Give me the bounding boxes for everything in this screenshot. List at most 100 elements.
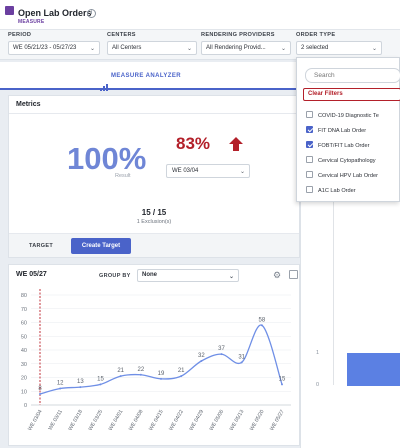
metrics-card: Metrics 100% Result 83% WE 03/04 ⌄ 15 / …: [8, 95, 300, 258]
secondary-tick-0: 0: [316, 382, 320, 388]
providers-value: All Rendering Provid...: [206, 45, 266, 51]
checkbox-icon[interactable]: [306, 111, 313, 118]
centers-label: CENTERS: [107, 32, 136, 38]
chevron-down-icon: ⌄: [228, 274, 234, 280]
y-tick-label: 40: [21, 348, 27, 354]
providers-select[interactable]: All Rendering Provid... ⌄: [201, 41, 291, 55]
trend-chart-card: WE 05/27 GROUP BY None ⌄ ⚙ 0 10 20 30 40 50 60…: [8, 264, 300, 446]
x-tick-label: WE 04/29: [188, 409, 205, 432]
order-type-option-label: Cervical Cytopathology: [318, 157, 376, 164]
checkbox-checked-icon[interactable]: [306, 141, 313, 148]
data-label: 31: [238, 354, 245, 360]
comparison-week-select[interactable]: WE 03/04 ⌄: [166, 164, 250, 178]
data-point: [79, 386, 82, 389]
x-tick-label: WE 04/15: [148, 409, 165, 432]
result-caption: Result: [115, 173, 131, 179]
checkbox-checked-icon[interactable]: [306, 126, 313, 133]
x-tick-label: WE 03/11: [47, 409, 63, 431]
data-point: [281, 383, 283, 386]
x-tick-label: WE 03/18: [67, 409, 84, 432]
data-point: [240, 361, 243, 364]
exclusions-count[interactable]: 1 Exclusion(s): [9, 219, 299, 225]
order-type-filter: ORDER TYPE 2 selected ⌄: [296, 32, 382, 55]
data-label: 58: [258, 317, 265, 323]
chevron-down-icon: ⌄: [371, 46, 377, 52]
order-type-option[interactable]: COVID-19 Diagnostic Te: [306, 111, 379, 122]
arrow-up-icon: [229, 137, 243, 151]
order-type-select[interactable]: 2 selected ⌄: [296, 41, 382, 55]
comparison-week-value: WE 03/04: [172, 168, 199, 174]
providers-label: RENDERING PROVIDERS: [201, 32, 275, 38]
chevron-down-icon: ⌄: [280, 46, 286, 52]
divider: [9, 113, 299, 114]
order-type-option-label: A1C Lab Order: [318, 187, 356, 194]
chevron-down-icon: ⌄: [89, 46, 95, 52]
y-tick-label: 0: [24, 403, 27, 409]
app-logo-icon: [5, 6, 14, 15]
order-type-option[interactable]: FOBT/FIT Lab Order: [306, 141, 370, 152]
x-tick-label: WE 03/04: [27, 409, 44, 432]
x-tick-label: WE 04/22: [168, 409, 185, 432]
order-type-dropdown: Clear Filters COVID-19 Diagnostic Te FIT …: [296, 57, 400, 202]
order-type-option[interactable]: A1C Lab Order: [306, 186, 356, 197]
data-label: 21: [178, 368, 185, 374]
order-type-option-label: FOBT/FIT Lab Order: [318, 142, 370, 149]
x-tick-label: WE 05/13: [229, 409, 246, 432]
order-type-label: ORDER TYPE: [296, 32, 336, 38]
secondary-tick-1: 1: [316, 350, 320, 356]
x-tick-label: WE 04/08: [128, 409, 145, 432]
data-point: [119, 375, 122, 378]
chevron-down-icon: ⌄: [186, 46, 192, 52]
order-type-option[interactable]: FIT DNA Lab Order: [306, 126, 367, 137]
create-target-button[interactable]: Create Target: [71, 238, 131, 254]
result-value: 100%: [67, 141, 147, 176]
order-type-option[interactable]: Cervical HPV Lab Order: [306, 171, 378, 182]
page-title: Open Lab Orders: [18, 8, 92, 18]
period-select[interactable]: WE 05/21/23 - 05/27/23 ⌄: [8, 41, 100, 55]
target-row: TARGET Create Target: [9, 233, 299, 257]
clear-filters-button[interactable]: Clear Filters: [303, 88, 400, 101]
order-type-option-label: Cervical HPV Lab Order: [318, 172, 378, 179]
y-tick-label: 70: [21, 307, 27, 313]
page-subtitle: MEASURE: [18, 19, 45, 25]
x-tick-label: WE 03/25: [88, 409, 105, 432]
data-label: 21: [117, 368, 124, 374]
data-label: 13: [77, 379, 84, 385]
numerator-denominator: 15 / 15: [141, 208, 167, 217]
checkbox-icon[interactable]: [306, 186, 313, 193]
centers-select[interactable]: All Centers ⌄: [107, 41, 197, 55]
x-tick-label: WE 05/06: [209, 409, 226, 432]
measure-analyzer-tab[interactable]: MEASURE ANALYZER: [0, 62, 300, 91]
centers-filter: CENTERS All Centers ⌄: [107, 32, 197, 55]
y-tick-label: 80: [21, 293, 27, 299]
y-tick-label: 50: [21, 334, 27, 340]
expand-icon[interactable]: [289, 270, 298, 279]
order-type-option-label: FIT DNA Lab Order: [318, 127, 367, 134]
data-point: [200, 360, 203, 362]
y-tick-label: 10: [21, 389, 27, 395]
checkbox-icon[interactable]: [306, 171, 313, 178]
group-by-select[interactable]: None ⌄: [137, 269, 239, 282]
data-point: [180, 375, 183, 378]
data-label: 22: [137, 367, 144, 373]
checkbox-icon[interactable]: [306, 156, 313, 163]
data-label: 12: [57, 381, 64, 387]
x-tick-label: WE 05/20: [249, 409, 266, 432]
data-point: [260, 324, 263, 327]
order-type-option[interactable]: Cervical Cytopathology: [306, 156, 376, 167]
bar-chart-icon: [100, 73, 109, 91]
trend-line-chart: 010203040506070808WE 03/0412WE 03/1113WE…: [21, 289, 291, 432]
page-header: Open Lab Orders i MEASURE: [0, 0, 400, 30]
providers-filter: RENDERING PROVIDERS All Rendering Provid…: [201, 32, 291, 55]
secondary-chart-bar: [347, 353, 400, 386]
info-icon[interactable]: i: [87, 9, 96, 18]
order-type-search-input[interactable]: [305, 68, 400, 83]
data-point: [220, 353, 223, 356]
x-tick-label: WE 04/01: [108, 409, 125, 432]
y-tick-label: 30: [21, 362, 27, 368]
chart-week-label: WE 05/27: [16, 271, 47, 278]
data-label: 15: [97, 376, 104, 382]
gear-icon[interactable]: ⚙: [273, 270, 281, 281]
data-point: [139, 373, 142, 376]
data-label: 19: [158, 371, 165, 377]
